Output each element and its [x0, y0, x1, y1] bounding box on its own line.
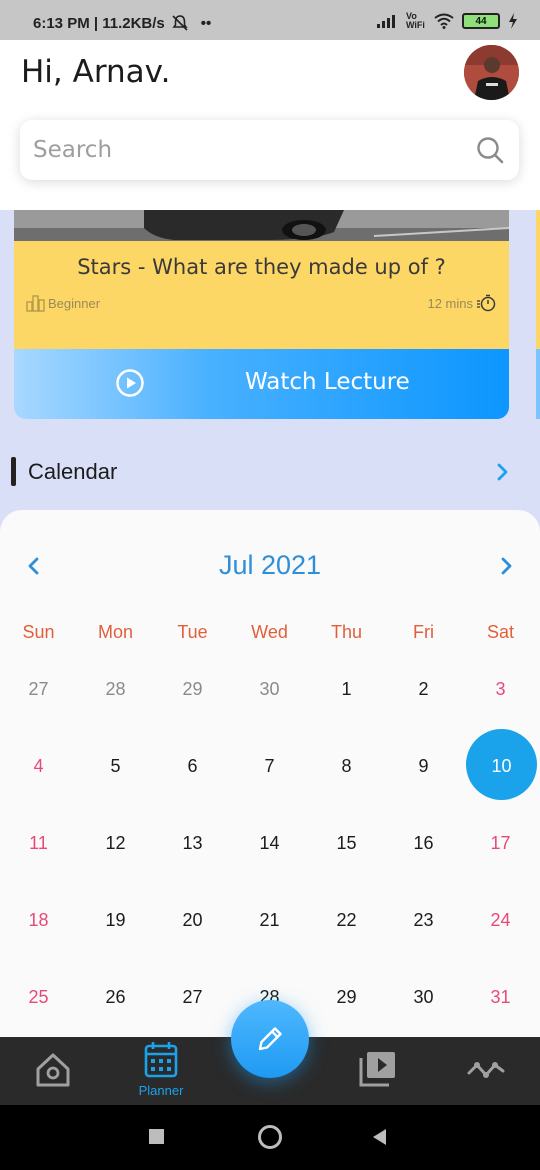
compose-fab-button[interactable]: [231, 1000, 309, 1078]
search-bar[interactable]: [20, 120, 519, 180]
chevron-right-icon[interactable]: [493, 460, 513, 484]
video-library-icon: [359, 1052, 395, 1087]
calendar-day[interactable]: 27: [154, 985, 231, 1009]
status-right: Vo WiFi 44: [376, 12, 518, 30]
calendar-day[interactable]: 29: [308, 985, 385, 1009]
calendar-day[interactable]: 8: [308, 754, 385, 778]
calendar-icon: [144, 1042, 178, 1078]
search-input[interactable]: [33, 130, 463, 170]
battery-level: 44: [475, 15, 487, 27]
status-dots: ••: [200, 14, 212, 32]
calendar-day[interactable]: 12: [77, 831, 154, 855]
weekday-thu: Thu: [330, 622, 363, 642]
volte-wifi-label: Vo WiFi: [406, 11, 425, 30]
car-image: [14, 210, 509, 241]
lecture-thumbnail[interactable]: [14, 210, 509, 241]
calendar-day[interactable]: 17: [462, 831, 539, 855]
battery-icon: 44: [462, 13, 500, 29]
weekday-sun: Sun: [22, 622, 55, 642]
system-nav-bar: [0, 1105, 540, 1170]
calendar-day[interactable]: 15: [308, 831, 385, 855]
lecture-level: Beginner: [26, 294, 100, 312]
header: Hi, Arnav.: [0, 40, 540, 210]
month-label: Jul 2021: [218, 550, 322, 580]
watch-lecture-button[interactable]: Watch Lecture: [14, 349, 509, 419]
lecture-duration-label: 12 mins: [427, 295, 473, 311]
calendar-day[interactable]: 28: [77, 677, 154, 701]
calendar-day[interactable]: 4: [0, 754, 77, 778]
calendar-day[interactable]: 13: [154, 831, 231, 855]
nav-videos[interactable]: [345, 1037, 411, 1105]
home-circle-icon[interactable]: [257, 1124, 283, 1150]
calendar-day[interactable]: 2: [385, 677, 462, 701]
status-time-speed: 6:13 PM | 11.2KB/s: [33, 14, 165, 32]
calendar-day[interactable]: 1: [308, 677, 385, 701]
weekday-tue: Tue: [177, 622, 208, 642]
calendar-day[interactable]: 24: [462, 908, 539, 932]
back-icon[interactable]: [370, 1127, 390, 1147]
calendar-day[interactable]: 26: [77, 985, 154, 1009]
mute-bell-icon: [172, 15, 188, 31]
nav-planner-label: Planner: [138, 1083, 184, 1098]
calendar-day[interactable]: 22: [308, 908, 385, 932]
calendar-day[interactable]: 9: [385, 754, 462, 778]
calendar-day[interactable]: 7: [231, 754, 308, 778]
lecture-duration: 12 mins: [427, 294, 496, 312]
signal-icon: [377, 15, 395, 28]
level-bars-icon: [26, 295, 45, 312]
calendar-day[interactable]: 18: [0, 908, 77, 932]
search-icon[interactable]: [475, 135, 505, 165]
section-accent-bar: [11, 457, 16, 486]
status-left: 6:13 PM | 11.2KB/s ••: [33, 14, 211, 32]
recents-icon[interactable]: [147, 1127, 167, 1147]
nav-home[interactable]: [20, 1037, 86, 1105]
calendar-day[interactable]: 21: [231, 908, 308, 932]
calendar-day[interactable]: 14: [231, 831, 308, 855]
play-circle-icon: [116, 369, 144, 397]
weekday-sat: Sat: [486, 622, 515, 642]
calendar-day[interactable]: 3: [462, 677, 539, 701]
calendar-day[interactable]: 30: [231, 677, 308, 701]
calendar-day[interactable]: 16: [385, 831, 462, 855]
lecture-title: Stars - What are they made up of ?: [77, 255, 446, 279]
wifi-icon: [434, 13, 454, 29]
calendar-day[interactable]: 23: [385, 908, 462, 932]
activity-icon: [467, 1062, 505, 1078]
calendar-day[interactable]: 29: [154, 677, 231, 701]
calendar-day[interactable]: 19: [77, 908, 154, 932]
calendar-day[interactable]: 5: [77, 754, 154, 778]
calendar-panel: Jul 2021 Sun Mon Tue Wed Thu Fri Sat 27 …: [0, 510, 540, 1050]
calendar-day-selected[interactable]: 10: [463, 754, 540, 778]
nav-planner[interactable]: Planner: [128, 1037, 194, 1105]
avatar[interactable]: [464, 45, 519, 100]
timer-icon: [477, 294, 496, 312]
weekday-mon: Mon: [97, 622, 133, 642]
calendar-day[interactable]: 27: [0, 677, 77, 701]
calendar-day[interactable]: 20: [154, 908, 231, 932]
lecture-level-label: Beginner: [48, 295, 101, 311]
pencil-icon: [258, 1027, 282, 1051]
status-bar: 6:13 PM | 11.2KB/s •• Vo WiFi 44: [0, 0, 540, 40]
user-photo-icon: [464, 45, 519, 100]
watch-lecture-label: Watch Lecture: [245, 369, 410, 395]
calendar-day[interactable]: 11: [0, 831, 77, 855]
calendar-day[interactable]: 25: [0, 985, 77, 1009]
greeting: Hi, Arnav.: [21, 54, 171, 90]
home-icon: [36, 1053, 70, 1087]
nav-activity[interactable]: [453, 1037, 519, 1105]
calendar-day[interactable]: 31: [462, 985, 539, 1009]
calendar-heading: Calendar: [28, 459, 118, 484]
next-month-icon[interactable]: [496, 554, 518, 578]
weekday-fri: Fri: [413, 622, 434, 642]
next-card-peek-button[interactable]: [536, 349, 540, 419]
calendar-day[interactable]: 30: [385, 985, 462, 1009]
charging-icon: [509, 13, 517, 29]
lecture-card-body[interactable]: Stars - What are they made up of ? Begin…: [14, 241, 509, 349]
weekday-wed: Wed: [251, 622, 288, 642]
calendar-day[interactable]: 6: [154, 754, 231, 778]
next-card-peek[interactable]: [536, 210, 540, 350]
